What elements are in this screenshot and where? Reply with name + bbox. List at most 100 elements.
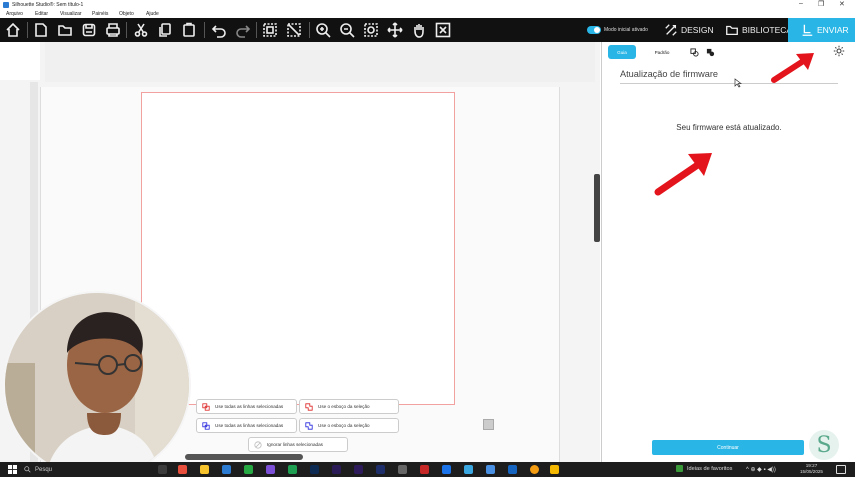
menu-item-arquivo[interactable]: Arquivo [6,11,23,17]
cut-icon[interactable] [132,21,150,39]
widgets-icon [676,465,683,472]
tab-standard[interactable]: Padrão [648,45,676,59]
canvas-top-margin [45,42,595,82]
tab-shapes[interactable] [688,45,700,59]
settings-button[interactable] [832,44,846,58]
maximize-button[interactable]: ❐ [818,0,824,8]
save-icon[interactable] [80,21,98,39]
use-selection-outline-button-2[interactable]: Use o esboço da seleção [299,418,399,433]
taskbar-app-icon[interactable] [464,465,473,474]
tab-design[interactable]: DESIGN [664,18,714,42]
zoom-out-icon[interactable] [338,21,356,39]
channel-logo: S [809,430,839,460]
undo-icon[interactable] [210,21,228,39]
fit-to-page-icon[interactable] [434,21,452,39]
ungroup-icon[interactable] [285,21,303,39]
menu-bar: Arquivo Editar Visualizar Painéis Objeto… [0,10,855,18]
tab-library[interactable]: BIBLIOTECA [725,18,792,42]
taskbar-app-icon[interactable] [442,465,451,474]
toolbar-divider [204,22,205,38]
open-folder-icon[interactable] [56,21,74,39]
taskbar-app-icon[interactable] [266,465,275,474]
folder-icon [726,25,738,36]
print-icon[interactable] [104,21,122,39]
taskbar-app-icon[interactable] [398,465,407,474]
presenter-webcam-overlay [3,291,191,477]
taskbar-app-icon[interactable] [420,465,429,474]
toolbar-divider [126,22,127,38]
media-encoder-icon[interactable] [376,465,385,474]
excel-icon[interactable] [288,465,297,474]
zoom-selection-icon[interactable] [362,21,380,39]
hand-icon[interactable] [410,21,428,39]
taskbar-app-icon[interactable] [244,465,253,474]
taskbar-app-icon[interactable] [486,465,495,474]
new-file-icon[interactable] [32,21,50,39]
use-selection-outline-label: Use o esboço da seleção [318,404,370,409]
vertical-scrollbar[interactable] [594,174,600,242]
windows-start-icon[interactable] [8,465,17,474]
chrome-icon[interactable] [530,465,539,474]
favorites-label: Ideias de favoritos [687,465,733,472]
tab-filled-shapes[interactable] [704,45,716,59]
registration-mark [483,419,494,430]
send-icon [802,24,813,36]
home-icon[interactable] [4,21,22,39]
presenter-figure [5,293,189,477]
ignore-selected-lines-label: Ignorar linhas selecionadas [267,442,323,447]
send-panel: Guia Padrão Atualização de firmware Seu … [601,42,855,462]
window-title: Silhouette Studio®: Sem título-1 [12,2,84,8]
menu-item-objeto[interactable]: Objeto [119,11,134,17]
taskbar-app-icon[interactable] [508,465,517,474]
start-mode-toggle[interactable] [587,26,601,34]
taskbar-clock[interactable]: 19:27 15/05/2025 [800,463,823,475]
overlap-blue-icon [202,421,210,430]
minimize-button[interactable]: – [799,0,803,7]
task-view-icon[interactable] [158,465,167,474]
pan-move-icon[interactable] [386,21,404,39]
notification-icon[interactable] [836,465,846,474]
tab-design-label: DESIGN [681,25,714,35]
system-tray-icons[interactable]: ^ ⊕ ◆ ▪ ◀)) [746,466,776,473]
group-icon[interactable] [261,21,279,39]
menu-item-editar[interactable]: Editar [35,11,48,17]
widgets-favorites[interactable]: Ideias de favoritos [676,465,732,472]
overlap-shapes-icon [689,47,699,57]
use-all-selected-lines-button-2[interactable]: Use todas as linhas selecionadas [196,418,297,433]
annotation-arrow-middle [654,153,712,196]
start-mode-label: Modo inicial ativado [604,27,648,33]
tab-send[interactable]: ENVIAR [788,18,855,42]
menu-item-ajude[interactable]: Ajude [146,11,159,17]
menu-item-paineis[interactable]: Painéis [92,11,108,17]
clock-date: 15/05/2025 [800,469,823,474]
tab-library-label: BIBLIOTECA [742,25,793,35]
tab-guide[interactable]: Guia [608,45,636,59]
file-explorer-icon[interactable] [550,465,559,474]
photoshop-icon[interactable] [310,465,319,474]
ignore-selected-lines-button[interactable]: Ignorar linhas selecionadas [248,437,348,452]
silhouette-taskbar-icon[interactable] [222,465,231,474]
outline-red-icon [305,402,313,411]
taskbar-search[interactable]: Pesqu [24,464,124,475]
ignore-icon [254,440,262,449]
horizontal-scrollbar[interactable] [185,454,303,460]
toolbar-divider [27,22,28,38]
paste-icon[interactable] [180,21,198,39]
use-all-selected-lines-button-1[interactable]: Use todas as linhas selecionadas [196,399,297,414]
taskbar-app-icon[interactable] [200,465,209,474]
redo-icon[interactable] [234,21,252,39]
close-button[interactable]: ✕ [839,0,845,8]
copy-icon[interactable] [156,21,174,39]
after-effects-icon[interactable] [332,465,341,474]
use-all-selected-lines-label: Use todas as linhas selecionadas [215,423,284,428]
windows-taskbar: Pesqu Ideias de favoritos ^ ⊕ ◆ ▪ ◀)) 19… [0,462,855,477]
firmware-status-text: Seu firmware está atualizado. [676,123,782,132]
zoom-in-icon[interactable] [314,21,332,39]
taskbar-app-icon[interactable] [178,465,187,474]
use-selection-outline-button-1[interactable]: Use o esboço da seleção [299,399,399,414]
continue-button[interactable]: Continuar [652,440,804,455]
menu-item-visualizar[interactable]: Visualizar [60,11,82,17]
overlap-red-icon [202,402,210,411]
page-boundary[interactable] [141,92,455,405]
premiere-icon[interactable] [354,465,363,474]
